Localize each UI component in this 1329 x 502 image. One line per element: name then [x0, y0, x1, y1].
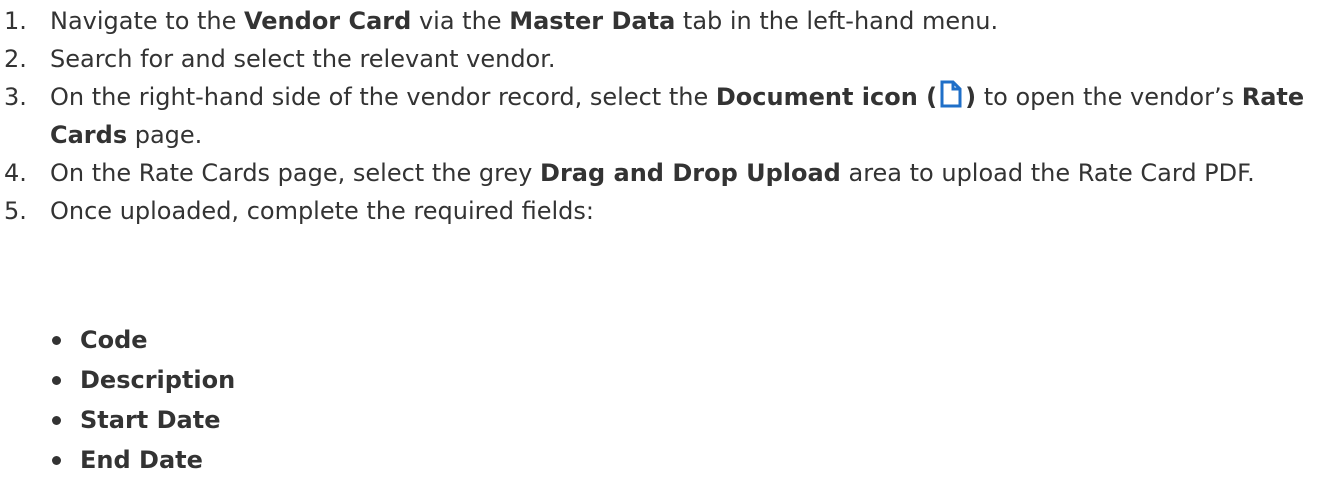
step-text: area to upload the Rate Card PDF. [840, 159, 1255, 187]
bullet-icon [52, 376, 61, 385]
step-text: Search for and select the relevant vendo… [50, 45, 556, 73]
step-item: 1. Navigate to the Vendor Card via the M… [0, 2, 1317, 40]
field-label: End Date [80, 446, 203, 474]
step-number: 3. [4, 83, 27, 111]
bullet-icon [52, 336, 61, 345]
field-item: Description [0, 360, 235, 400]
field-item: End Date [0, 440, 235, 480]
step-text: via the [411, 7, 510, 35]
step-number: 5. [4, 197, 27, 225]
step-bold-text: Master Data [509, 7, 676, 35]
bullet-icon [52, 416, 61, 425]
step-number: 1. [4, 7, 27, 35]
field-label: Start Date [80, 406, 221, 434]
document-icon [940, 80, 962, 108]
field-label: Code [80, 326, 148, 354]
field-item: Start Date [0, 400, 235, 440]
step-item: 2. Search for and select the relevant ve… [0, 40, 1317, 78]
step-bold-text: Drag and Drop Upload [540, 159, 841, 187]
step-item: 3. On the right-hand side of the vendor … [0, 78, 1317, 154]
field-item: Code [0, 320, 235, 360]
step-text: Once uploaded, complete the required fie… [50, 197, 594, 225]
step-text: tab in the left-hand menu. [675, 7, 999, 35]
steps-list: 1. Navigate to the Vendor Card via the M… [0, 2, 1317, 230]
document-page: 1. Navigate to the Vendor Card via the M… [0, 0, 1329, 502]
step-number: 4. [4, 159, 27, 187]
step-number: 2. [4, 45, 27, 73]
step-bold-text: ) [965, 83, 977, 111]
step-text: page. [127, 121, 203, 149]
field-label: Description [80, 366, 236, 394]
step-item: 5. Once uploaded, complete the required … [0, 192, 1317, 230]
step-text: Navigate to the [50, 7, 245, 35]
step-item: 4. On the Rate Cards page, select the gr… [0, 154, 1317, 192]
step-text: On the Rate Cards page, select the grey [50, 159, 541, 187]
step-bold-text: Vendor Card [244, 7, 412, 35]
bullet-icon [52, 456, 61, 465]
required-fields-list: Code Description Start Date End Date [0, 320, 235, 480]
step-text: On the right-hand side of the vendor rec… [50, 83, 716, 111]
step-text: to open the vendor’s [976, 83, 1242, 111]
step-bold-text: Document icon ( [715, 83, 938, 111]
